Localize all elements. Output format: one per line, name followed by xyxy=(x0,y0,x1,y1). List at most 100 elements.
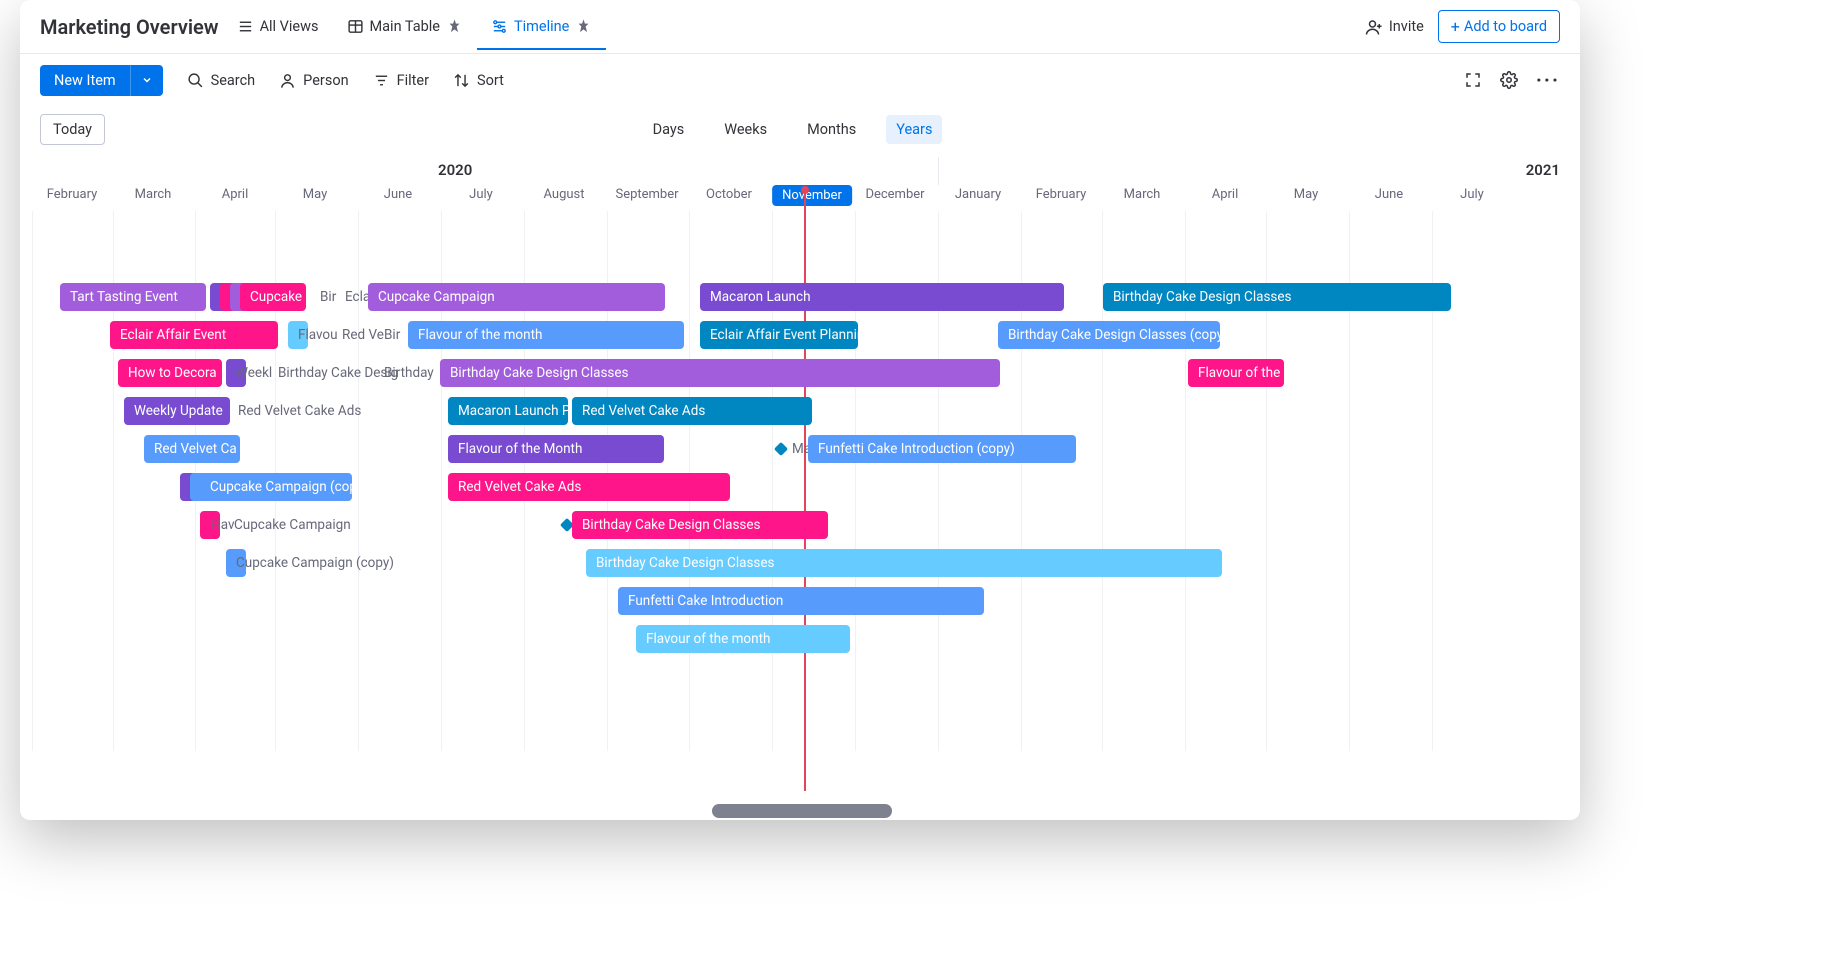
horizontal-scroll-thumb[interactable] xyxy=(712,804,892,818)
more-options-button[interactable]: ··· xyxy=(1536,68,1560,92)
tab-timeline[interactable]: Timeline xyxy=(491,4,592,49)
zoom-days[interactable]: Days xyxy=(643,115,695,144)
sort-icon xyxy=(453,72,470,89)
today-button[interactable]: Today xyxy=(40,114,105,145)
timeline-bar[interactable]: Red Velvet Cake Ads xyxy=(572,397,812,425)
timeline-bar[interactable]: Eclair Affair Event xyxy=(110,321,278,349)
timeline-bar-label: Birthday Cake Desig xyxy=(278,359,398,387)
year-label-2020: 2020 xyxy=(438,161,472,179)
month-label: April xyxy=(222,187,249,202)
month-label: June xyxy=(384,187,412,202)
timeline-area[interactable]: 2020 2021 FebruaryMarchAprilMayJuneJulyA… xyxy=(20,157,1580,820)
year-divider xyxy=(938,157,939,185)
timeline-bar[interactable]: Red Velvet Cake Ads xyxy=(448,473,730,501)
toolbar: New Item Search Person Filter Sort ··· xyxy=(20,54,1580,106)
new-item-label[interactable]: New Item xyxy=(40,65,130,96)
sort-button[interactable]: Sort xyxy=(453,72,504,89)
invite-button[interactable]: Invite xyxy=(1365,18,1424,36)
month-label: May xyxy=(303,187,327,202)
new-item-button[interactable]: New Item xyxy=(40,65,163,96)
timeline-bar[interactable]: Flavour of the Month xyxy=(448,435,664,463)
timeline-bar-label: Cupcake Campaign xyxy=(234,511,351,539)
add-label: Add to board xyxy=(1464,18,1547,35)
month-label: August xyxy=(543,187,584,202)
timeline-bar[interactable]: Tart Tasting Event xyxy=(60,283,206,311)
toolbar-right: ··· xyxy=(1464,68,1560,92)
zoom-years[interactable]: Years xyxy=(886,115,942,144)
search-label: Search xyxy=(211,72,256,89)
timeline-bar[interactable]: Birthday Cake Design Classes xyxy=(440,359,1000,387)
month-label: July xyxy=(469,187,493,202)
month-label[interactable]: November xyxy=(772,185,852,206)
timeline-bar-label: Flavou xyxy=(298,321,338,349)
timeline-bar[interactable]: Flavour of the month xyxy=(408,321,684,349)
pin-icon xyxy=(575,18,592,35)
timeline-bar[interactable]: Birthday Cake Design Classes xyxy=(572,511,828,539)
plus-icon: + xyxy=(1451,17,1460,36)
timeline-bar[interactable]: Cupcake Campaign xyxy=(368,283,665,311)
timeline-bar-label: Bir xyxy=(320,283,336,311)
timeline-bar[interactable]: Weekly Update xyxy=(124,397,230,425)
timeline-bar[interactable]: Macaron Launch xyxy=(700,283,1064,311)
timeline-bar[interactable]: Birthday Cake Design Classes xyxy=(1103,283,1451,311)
timeline-controls: Today Days Weeks Months Years xyxy=(20,106,1580,157)
gear-icon[interactable] xyxy=(1500,71,1518,89)
month-label: October xyxy=(706,187,752,202)
board-header: Marketing Overview All Views Main Table … xyxy=(20,0,1580,54)
person-add-icon xyxy=(1365,18,1383,36)
timeline-bar[interactable]: How to Decora xyxy=(118,359,222,387)
timeline-bar-label: Red Velvet Cake Ads xyxy=(238,397,361,425)
invite-label: Invite xyxy=(1389,18,1424,35)
table-icon xyxy=(347,18,364,35)
timeline-bar-label: Cupcake Campaign (copy) xyxy=(236,549,394,577)
timeline-bar[interactable]: Birthday Cake Design Classes (copy) xyxy=(998,321,1220,349)
tab-main-table[interactable]: Main Table xyxy=(347,4,464,49)
filter-icon xyxy=(373,72,390,89)
app-window: Marketing Overview All Views Main Table … xyxy=(20,0,1580,820)
timeline-bar[interactable]: Flavour of the xyxy=(1188,359,1284,387)
timeline-bar-label: Weekl xyxy=(236,359,272,387)
milestone-diamond[interactable] xyxy=(774,442,788,456)
month-label: January xyxy=(955,187,1001,202)
month-label: May xyxy=(1294,187,1318,202)
timeline-bar[interactable]: Cupcake xyxy=(240,283,306,311)
year-label-2021: 2021 xyxy=(1526,161,1560,179)
month-row: FebruaryMarchAprilMayJuneJulyAugustSepte… xyxy=(20,185,1580,211)
timeline-bar[interactable]: Funfetti Cake Introduction xyxy=(618,587,984,615)
filter-label: Filter xyxy=(397,72,429,89)
timeline-bar[interactable]: Macaron Launch Pa xyxy=(448,397,568,425)
grid-line xyxy=(32,211,33,751)
pin-icon xyxy=(446,18,463,35)
timeline-bar[interactable]: Funfetti Cake Introduction (copy) xyxy=(808,435,1076,463)
timeline-bar-label: Red Ve xyxy=(342,321,384,349)
new-item-dropdown[interactable] xyxy=(130,65,163,96)
person-label: Person xyxy=(303,72,348,89)
board-title: Marketing Overview xyxy=(40,15,219,39)
view-tabs: All Views Main Table Timeline xyxy=(237,4,593,49)
year-row: 2020 2021 xyxy=(20,157,1580,185)
tab-all-views[interactable]: All Views xyxy=(237,4,319,49)
timeline-icon xyxy=(491,18,508,35)
timeline-bar[interactable]: Eclair Affair Event Planning xyxy=(700,321,858,349)
sort-label: Sort xyxy=(477,72,504,89)
add-to-board-button[interactable]: + Add to board xyxy=(1438,10,1560,43)
timeline-bar[interactable]: Cupcake Campaign (copy xyxy=(200,473,352,501)
fullscreen-icon[interactable] xyxy=(1464,71,1482,89)
timeline-bar[interactable]: Flavour of the month xyxy=(636,625,850,653)
filter-button[interactable]: Filter xyxy=(373,72,429,89)
timeline-bar[interactable]: Birthday Cake Design Classes xyxy=(586,549,1222,577)
search-button[interactable]: Search xyxy=(187,72,256,89)
month-label: December xyxy=(865,187,924,202)
zoom-months[interactable]: Months xyxy=(797,115,866,144)
timeline-bar[interactable]: Red Velvet Ca xyxy=(144,435,240,463)
month-label: February xyxy=(1036,187,1087,202)
chevron-down-icon xyxy=(141,74,153,86)
timeline-bar-label: Birthday xyxy=(384,359,434,387)
zoom-tabs: Days Weeks Months Years xyxy=(643,115,943,144)
timeline-bar-label: Flav xyxy=(210,511,235,539)
zoom-weeks[interactable]: Weeks xyxy=(714,115,777,144)
person-filter-button[interactable]: Person xyxy=(279,72,348,89)
list-icon xyxy=(237,18,254,35)
header-actions: Invite + Add to board xyxy=(1365,10,1560,43)
today-indicator xyxy=(804,191,806,791)
